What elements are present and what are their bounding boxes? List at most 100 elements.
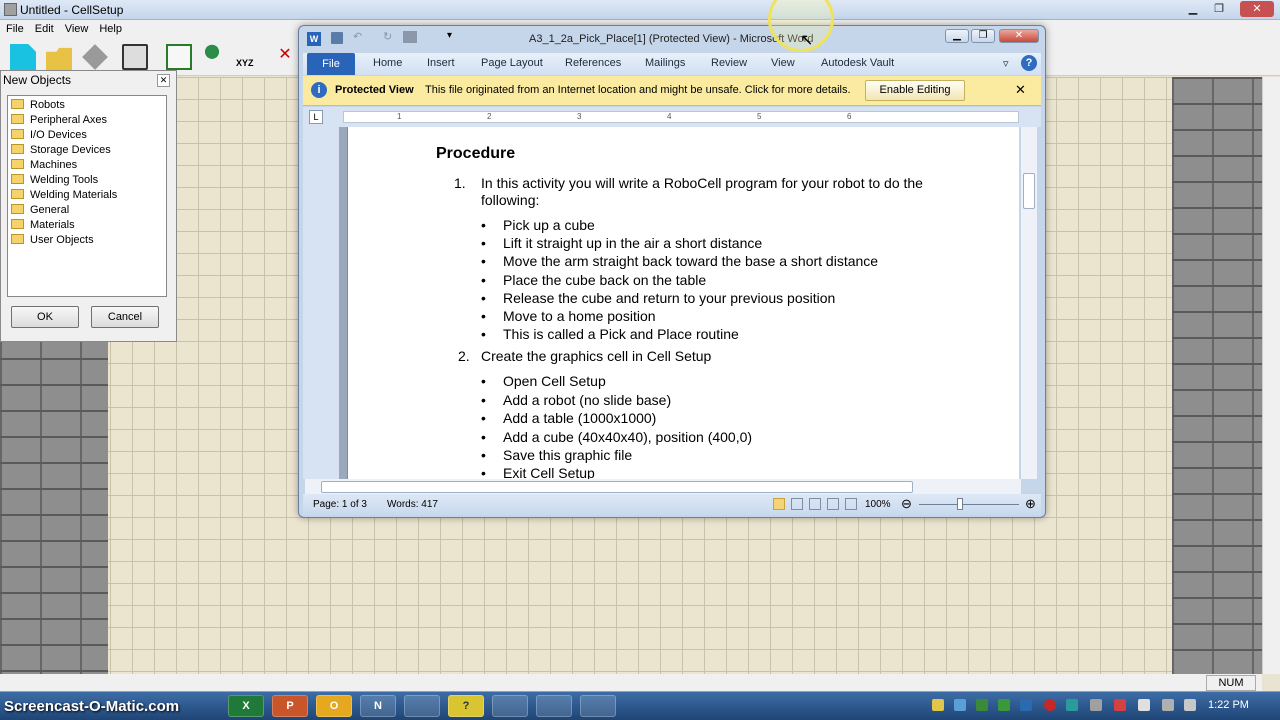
screencast-watermark: Screencast-O-Matic.com (4, 698, 180, 715)
volume-icon[interactable] (1184, 699, 1196, 711)
tab-insert[interactable]: Insert (427, 57, 455, 69)
ok-button[interactable]: OK (11, 306, 79, 328)
taskbar-app-icon[interactable]: N (360, 695, 396, 717)
page-count[interactable]: Page: 1 of 3 (313, 499, 367, 510)
tree-item-user-objects[interactable]: User Objects (11, 234, 94, 249)
step-number: 2. (458, 348, 470, 364)
zoom-level[interactable]: 100% (865, 499, 891, 510)
menu-view[interactable]: View (59, 20, 94, 35)
doc-vscrollbar[interactable] (1021, 127, 1037, 479)
taskbar-outlook-icon[interactable]: O (316, 695, 352, 717)
tree-item-peripheral-axes[interactable]: Peripheral Axes (11, 114, 107, 129)
tray-icon[interactable] (976, 699, 988, 711)
tree-item-machines[interactable]: Machines (11, 159, 77, 174)
zoom-slider[interactable] (919, 504, 1019, 505)
tab-view[interactable]: View (771, 57, 795, 69)
tab-references[interactable]: References (565, 57, 621, 69)
xyz-axis-icon[interactable]: XYZ (236, 44, 264, 70)
tray-icon[interactable] (1020, 699, 1032, 711)
network-icon[interactable] (1138, 699, 1150, 711)
tree-item-welding-tools[interactable]: Welding Tools (11, 174, 98, 189)
save-icon[interactable] (331, 32, 343, 44)
document-page[interactable]: Procedure 1. In this activity you will w… (347, 127, 1019, 479)
print-icon[interactable] (403, 31, 417, 43)
tab-selector-icon[interactable]: L (309, 110, 323, 124)
tray-icon[interactable] (1114, 699, 1126, 711)
flag-icon[interactable] (1162, 699, 1174, 711)
taskbar-powerpoint-icon[interactable]: P (272, 695, 308, 717)
tool-center-icon[interactable] (204, 44, 220, 70)
taskbar-app-icon[interactable] (536, 695, 572, 717)
taskbar-app-icon[interactable] (492, 695, 528, 717)
cancel-button[interactable]: Cancel (91, 306, 159, 328)
taskbar-help-icon[interactable]: ? (448, 695, 484, 717)
tab-home[interactable]: Home (373, 57, 402, 69)
minimize-button[interactable]: ▁ (1182, 1, 1204, 17)
hscroll-thumb[interactable] (321, 481, 913, 493)
document-area[interactable]: Procedure 1. In this activity you will w… (339, 127, 1019, 479)
workspace-vscrollbar[interactable] (1262, 77, 1280, 674)
menu-edit[interactable]: Edit (29, 20, 59, 35)
word-maximize-button[interactable]: ❐ (971, 29, 995, 43)
status-num: NUM (1206, 675, 1256, 691)
word-minimize-button[interactable]: ▁ (945, 29, 969, 43)
scroll-thumb[interactable] (1023, 173, 1035, 209)
menu-help[interactable]: Help (93, 20, 127, 35)
close-button[interactable]: ✕ (1240, 1, 1274, 17)
tree-item-general[interactable]: General (11, 204, 69, 219)
taskbar-app-icon[interactable] (580, 695, 616, 717)
tree-item-io-devices[interactable]: I/O Devices (11, 129, 87, 144)
draft-icon[interactable] (845, 498, 857, 510)
new-file-icon[interactable] (10, 44, 36, 70)
clock[interactable]: 1:22 PM (1208, 699, 1249, 711)
tray-icon[interactable] (1066, 699, 1078, 711)
taskbar-excel-icon[interactable]: X (228, 695, 264, 717)
tab-review[interactable]: Review (711, 57, 747, 69)
outline-icon[interactable] (827, 498, 839, 510)
tab-file[interactable]: File (307, 53, 355, 75)
close-icon[interactable]: ✕ (1015, 82, 1026, 98)
tray-icon[interactable] (998, 699, 1010, 711)
eraser-icon[interactable] (82, 44, 108, 70)
word-count[interactable]: Words: 417 (387, 499, 438, 510)
zoom-out-icon[interactable]: ⊖ (901, 496, 912, 512)
tray-icon[interactable] (1044, 699, 1056, 711)
robot-tool-icon[interactable] (122, 44, 148, 70)
customize-qat-icon[interactable]: ▾ (447, 30, 452, 41)
tree-item-storage-devices[interactable]: Storage Devices (11, 144, 111, 159)
zoom-slider-thumb[interactable] (957, 498, 963, 510)
web-layout-icon[interactable] (809, 498, 821, 510)
enable-editing-button[interactable]: Enable Editing (865, 80, 965, 101)
tray-icon[interactable] (1090, 699, 1102, 711)
tree-item-robots[interactable]: Robots (11, 99, 65, 114)
tab-page-layout[interactable]: Page Layout (481, 57, 543, 69)
doc-hscrollbar[interactable] (305, 479, 1021, 495)
print-layout-icon[interactable] (773, 498, 785, 510)
delete-icon[interactable]: ✕ (276, 44, 294, 70)
undo-icon[interactable]: ↶ (353, 30, 362, 43)
tab-autodesk-vault[interactable]: Autodesk Vault (821, 57, 894, 69)
layout-icon[interactable] (166, 44, 192, 70)
help-icon[interactable]: ? (1021, 55, 1037, 71)
menu-file[interactable]: File (0, 20, 29, 35)
tree-item-welding-materials[interactable]: Welding Materials (11, 189, 117, 204)
maximize-button[interactable]: ❐ (1208, 1, 1230, 17)
open-folder-icon[interactable] (46, 47, 72, 70)
redo-icon[interactable]: ↻ (383, 30, 392, 43)
tree-item-materials[interactable]: Materials (11, 219, 75, 234)
tray-icon[interactable] (932, 699, 944, 711)
protected-view-message[interactable]: This file originated from an Internet lo… (425, 84, 851, 96)
ribbon-collapse-icon[interactable]: ▿ (1003, 57, 1009, 70)
step-number: 1. (454, 175, 466, 191)
word-logo-icon: W (307, 32, 321, 46)
tab-mailings[interactable]: Mailings (645, 57, 685, 69)
workspace-hscrollbar[interactable] (0, 674, 1262, 691)
panel-close-icon[interactable]: ✕ (157, 74, 170, 87)
tray-icon[interactable] (954, 699, 966, 711)
horizontal-ruler[interactable]: L 1 2 3 4 5 6 (303, 107, 1041, 127)
bullet-item: Add a robot (no slide base) (481, 392, 671, 408)
taskbar-app-icon[interactable] (404, 695, 440, 717)
full-screen-icon[interactable] (791, 498, 803, 510)
word-close-button[interactable]: ✕ (999, 29, 1039, 43)
zoom-in-icon[interactable]: ⊕ (1025, 496, 1036, 512)
